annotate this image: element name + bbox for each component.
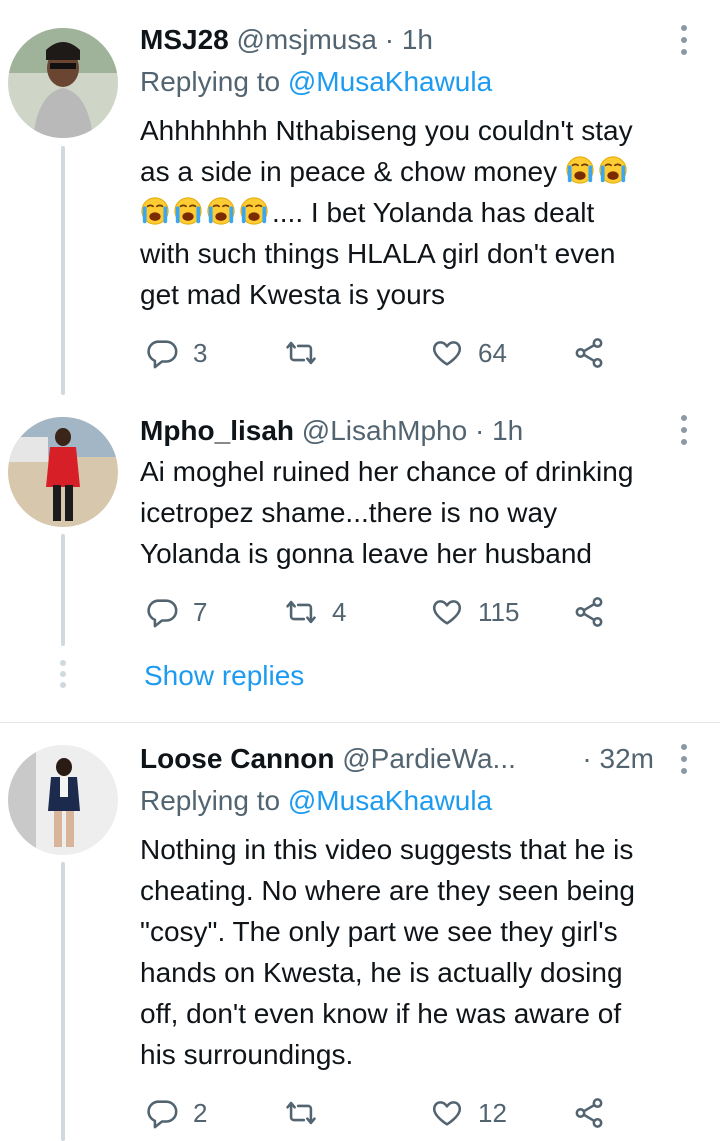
text-line: Ai moghel ruined her chance of drinking [140,456,634,487]
reply-button[interactable]: 7 [145,592,207,632]
text-line: "cosy". The only part we see they girl's [140,916,618,947]
replying-to: Replying to @MusaKhawula [140,62,492,102]
share-icon [572,1096,606,1130]
tweet-actions: 3 64 [140,333,620,373]
tweet-text: Nothing in this video suggests that he i… [140,829,695,1075]
share-icon [572,336,606,370]
tweet-1[interactable]: MSJ28 @msjmusa · 1h Replying to @MusaKha… [0,0,720,395]
display-name[interactable]: MSJ28 [140,24,229,55]
more-options-icon[interactable] [678,415,690,445]
replying-to-label: Replying to [140,785,288,816]
reply-count: 2 [193,1097,208,1128]
tweet-3[interactable]: Loose Cannon @PardieWa... · 32m Replying… [0,723,720,1141]
reply-button[interactable]: 2 [145,1093,207,1133]
retweet-button[interactable]: 4 [284,592,346,632]
crying-face-emoji [239,196,269,226]
thread-collapsed-icon [57,660,69,690]
share-icon [572,595,606,629]
tweet-header: Mpho_lisah @LisahMpho · 1h [140,411,660,451]
text-line: with such things HLALA girl don't even [140,238,616,269]
display-name[interactable]: Loose Cannon [140,743,334,774]
reply-count: 7 [193,596,208,627]
share-button[interactable] [572,333,606,373]
more-options-icon[interactable] [678,744,690,774]
tweet-header: MSJ28 @msjmusa · 1h [140,20,660,60]
text-line: hands on Kwesta, he is actually dosing [140,957,623,988]
reply-icon [145,595,179,629]
text-segment: as a side in peace & chow money [140,156,558,187]
text-line: Ahhhhhhh Nthabiseng you couldn't stay [140,115,633,146]
tweet-actions: 2 12 [140,1093,620,1133]
timestamp[interactable]: · 32m [582,739,654,779]
like-count: 64 [478,337,507,368]
share-button[interactable] [572,592,606,632]
text-line: icetropez shame...there is no way [140,497,558,528]
avatar[interactable] [8,745,118,855]
tweet-2[interactable]: Mpho_lisah @LisahMpho · 1h Ai moghel rui… [0,395,720,722]
text-line: off, don't even know if he was aware of [140,998,622,1029]
tweet-text: Ahhhhhhh Nthabiseng you couldn't stay as… [140,110,695,315]
retweet-count: 4 [332,596,347,627]
text-line: cheating. No where are they seen being [140,875,635,906]
tweet-text: Ai moghel ruined her chance of drinking … [140,451,695,574]
crying-face-emoji [206,196,236,226]
timestamp[interactable]: · 1h [385,24,433,55]
replying-to: Replying to @MusaKhawula [140,781,492,821]
crying-face-emoji [565,155,595,185]
more-options-icon[interactable] [678,25,690,55]
reply-icon [145,336,179,370]
avatar[interactable] [8,28,118,138]
crying-face-emoji [140,196,170,226]
text-line: get mad Kwesta is yours [140,279,446,310]
replying-to-label: Replying to [140,66,288,97]
text-line: his surroundings. [140,1039,354,1070]
retweet-button[interactable] [284,1093,332,1133]
like-button[interactable]: 64 [430,333,507,373]
text-line: .... I bet Yolanda has dealt [140,192,695,233]
like-count: 12 [478,1097,507,1128]
thread-line [61,534,65,646]
share-button[interactable] [572,1093,606,1133]
retweet-icon [284,595,318,629]
heart-icon [430,595,464,629]
reply-button[interactable]: 3 [145,333,207,373]
reply-count: 3 [193,337,208,368]
like-button[interactable]: 12 [430,1093,507,1133]
text-line: Yolanda is gonna leave her husband [140,538,593,569]
crying-face-emoji [598,155,628,185]
like-count: 115 [478,596,520,627]
heart-icon [430,1096,464,1130]
retweet-icon [284,1096,318,1130]
user-handle[interactable]: @LisahMpho [302,415,467,446]
tweet-header: Loose Cannon @PardieWa... [140,739,650,779]
like-button[interactable]: 115 [430,592,519,632]
user-handle[interactable]: @msjmusa [237,24,377,55]
crying-face-emoji [173,196,203,226]
heart-icon [430,336,464,370]
tweet-actions: 7 4 115 [140,592,620,632]
text-line: as a side in peace & chow money [140,151,695,192]
show-replies-link[interactable]: Show replies [144,656,304,696]
retweet-button[interactable] [284,333,332,373]
avatar[interactable] [8,417,118,527]
mention-link[interactable]: @MusaKhawula [288,785,492,816]
user-handle[interactable]: @PardieWa... [342,743,516,774]
timestamp[interactable]: · 1h [475,415,523,446]
thread-line [61,862,65,1141]
thread-line [61,146,65,395]
display-name[interactable]: Mpho_lisah [140,415,294,446]
mention-link[interactable]: @MusaKhawula [288,66,492,97]
retweet-icon [284,336,318,370]
text-line: Nothing in this video suggests that he i… [140,834,634,865]
reply-icon [145,1096,179,1130]
text-segment: .... I bet Yolanda has dealt [272,197,595,228]
